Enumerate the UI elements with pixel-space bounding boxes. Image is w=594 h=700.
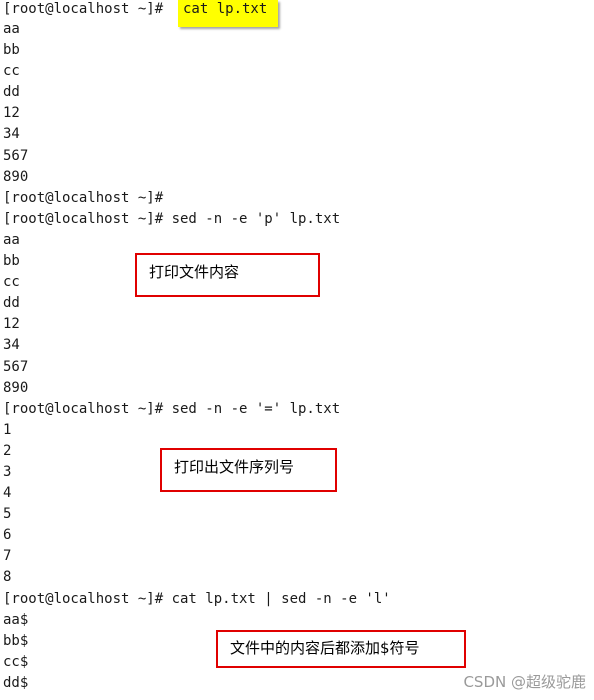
terminal-line: 12 [3,105,20,122]
highlighted-command-text: cat lp.txt [183,1,268,17]
annotation-text: 打印文件内容 [149,262,240,281]
terminal-line: cc [3,63,20,80]
terminal-line: 7 [3,548,12,565]
terminal-line-command: [root@localhost ~]# cat lp.txt | sed -n … [3,590,391,607]
terminal-line: 6 [3,527,12,544]
terminal-line: aa [3,231,20,248]
terminal-line: 1 [3,421,12,438]
terminal-line: aa$ [3,611,29,628]
annotation-text: 文件中的内容后都添加$符号 [230,638,420,657]
terminal-line: bb [3,42,20,59]
terminal-line-prompt: [root@localhost ~]# [3,189,164,206]
annotation-print-content: 打印文件内容 [135,253,320,297]
terminal-line-command: [root@localhost ~]# sed -n -e '=' lp.txt [3,400,341,417]
annotation-text: 打印出文件序列号 [174,457,295,476]
terminal-line: 12 [3,316,20,333]
terminal-line: 567 [3,358,29,375]
terminal-line: dd$ [3,674,29,691]
annotation-dollar-suffix: 文件中的内容后都添加$符号 [216,630,466,668]
terminal-line: 34 [3,337,20,354]
highlighted-command: cat lp.txt [178,0,278,27]
terminal-line: 567 [3,147,29,164]
terminal-line-command: [root@localhost ~]# sed -n -e 'p' lp.txt [3,210,341,227]
terminal-line: 890 [3,168,29,185]
terminal-output: [root@localhost ~]# aa bb cc dd 12 34 56… [3,0,391,694]
terminal-line: dd [3,84,20,101]
terminal-line: 34 [3,126,20,143]
terminal-line: 5 [3,506,12,523]
terminal-line: 8 [3,569,12,586]
terminal-line: 890 [3,379,29,396]
watermark: CSDN @超级驼鹿 [463,673,586,691]
annotation-print-line-numbers: 打印出文件序列号 [160,448,337,492]
